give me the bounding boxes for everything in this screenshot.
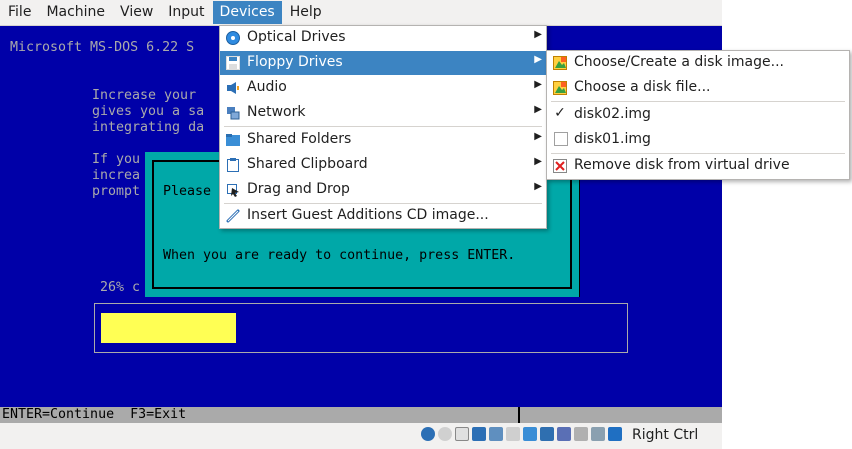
audio-icon (226, 81, 240, 95)
network-icon[interactable] (489, 427, 503, 441)
shared-folder-icon[interactable] (523, 427, 537, 441)
dos-line: Increase your (92, 88, 197, 103)
optical-drive-icon[interactable] (438, 427, 452, 441)
cpu-icon[interactable] (574, 427, 588, 441)
video-capture-icon[interactable] (557, 427, 571, 441)
optical-drive-icon (226, 31, 240, 45)
dos-progress-bar (94, 303, 628, 353)
menu-item-optical-drives[interactable]: Optical Drives ▶ (220, 26, 546, 50)
hard-disk-icon[interactable] (421, 427, 435, 441)
guest-additions-icon (226, 209, 240, 223)
menu-item-disk02[interactable]: ✓ disk02.img (547, 103, 849, 127)
clipboard-icon (226, 158, 240, 172)
dos-line: integrating da (92, 120, 205, 135)
menu-item-floppy-drives[interactable]: Floppy Drives ▶ (220, 51, 546, 75)
menu-item-label: Audio (247, 79, 287, 95)
menu-machine[interactable]: Machine (39, 1, 112, 24)
checkbox-checked-icon: ✓ (554, 105, 566, 121)
dos-progress-label: 26% c (100, 280, 141, 295)
submenu-arrow-icon: ▶ (534, 181, 542, 192)
menu-devices[interactable]: Devices (212, 1, 282, 24)
checkbox-unchecked-icon (554, 132, 568, 146)
menu-item-label: Shared Folders (247, 131, 352, 147)
menu-item-choose-create-disk-image[interactable]: Choose/Create a disk image... (547, 51, 849, 75)
menu-item-remove-disk[interactable]: Remove disk from virtual drive (547, 154, 849, 178)
mouse-integration-icon[interactable] (591, 427, 605, 441)
submenu-arrow-icon: ▶ (534, 79, 542, 90)
dos-status-text: ENTER=Continue F3=Exit (2, 407, 187, 422)
dos-status-line: ENTER=Continue F3=Exit (0, 407, 722, 423)
display-icon[interactable] (540, 427, 554, 441)
menu-item-label: Shared Clipboard (247, 156, 368, 172)
floppy-drive-icon (226, 56, 240, 70)
menu-item-label: Optical Drives (247, 29, 346, 45)
menu-item-shared-clipboard[interactable]: Shared Clipboard ▶ (220, 153, 546, 177)
menu-item-insert-guest-additions[interactable]: Insert Guest Additions CD image... (220, 204, 546, 228)
menu-item-audio[interactable]: Audio ▶ (220, 76, 546, 100)
submenu-arrow-icon: ▶ (534, 29, 542, 40)
menu-separator (224, 126, 542, 127)
menu-item-disk01[interactable]: disk01.img (547, 128, 849, 152)
floppy-drive-icon[interactable] (455, 427, 469, 441)
dos-paragraph-1: Increase your gives you a sa integrating d… (92, 88, 204, 136)
network-icon (226, 106, 240, 120)
dos-dialog-message: Please (163, 184, 212, 199)
menu-item-drag-and-drop[interactable]: Drag and Drop ▶ (220, 178, 546, 202)
dos-progress-fill (101, 313, 236, 343)
menu-separator (551, 101, 845, 102)
status-icons (421, 427, 622, 441)
host-key-label: Right Ctrl (632, 427, 699, 443)
menu-item-label: disk01.img (574, 131, 651, 147)
menu-item-label: disk02.img (574, 106, 651, 122)
dos-dialog-instruction: When you are ready to continue, press EN… (163, 248, 516, 263)
menu-item-label: Network (247, 104, 306, 120)
menu-item-choose-disk-file[interactable]: Choose a disk file... (547, 76, 849, 100)
menu-item-label: Choose a disk file... (574, 79, 711, 95)
shared-folder-icon (226, 133, 240, 147)
host-key-icon[interactable] (608, 427, 622, 441)
menu-help[interactable]: Help (283, 1, 329, 24)
choose-disk-icon (553, 81, 567, 95)
menu-input[interactable]: Input (161, 1, 211, 24)
menu-item-label: Choose/Create a disk image... (574, 54, 784, 70)
dos-line: prompt (92, 184, 141, 199)
devices-menu: Optical Drives ▶ Floppy Drives ▶ Audio ▶… (219, 25, 547, 229)
menu-file[interactable]: File (1, 1, 38, 24)
menu-item-label: Floppy Drives (247, 54, 343, 70)
dos-line: increa (92, 168, 141, 183)
menu-item-label: Insert Guest Additions CD image... (247, 207, 489, 223)
dos-line: If you (92, 152, 141, 167)
submenu-arrow-icon: ▶ (534, 131, 542, 142)
remove-disk-icon (553, 159, 567, 173)
create-disk-icon (553, 56, 567, 70)
menubar: File Machine View Input Devices Help (0, 0, 722, 26)
floppy-drives-submenu: Choose/Create a disk image... Choose a d… (546, 50, 850, 180)
usb-icon[interactable] (506, 427, 520, 441)
submenu-arrow-icon: ▶ (534, 104, 542, 115)
menu-item-shared-folders[interactable]: Shared Folders ▶ (220, 128, 546, 152)
dos-status-divider (518, 407, 520, 423)
menu-item-network[interactable]: Network ▶ (220, 101, 546, 125)
vbox-statusbar: Right Ctrl (0, 423, 722, 449)
submenu-arrow-icon: ▶ (534, 54, 542, 65)
submenu-arrow-icon: ▶ (534, 156, 542, 167)
dos-setup-title: Microsoft MS-DOS 6.22 S (10, 40, 195, 55)
audio-icon[interactable] (472, 427, 486, 441)
dos-line: gives you a sa (92, 104, 205, 119)
dos-paragraph-2: If you increa prompt (92, 152, 140, 200)
menu-view[interactable]: View (113, 1, 160, 24)
drag-drop-icon (226, 183, 240, 197)
menu-item-label: Drag and Drop (247, 181, 350, 197)
menu-item-label: Remove disk from virtual drive (574, 157, 790, 173)
